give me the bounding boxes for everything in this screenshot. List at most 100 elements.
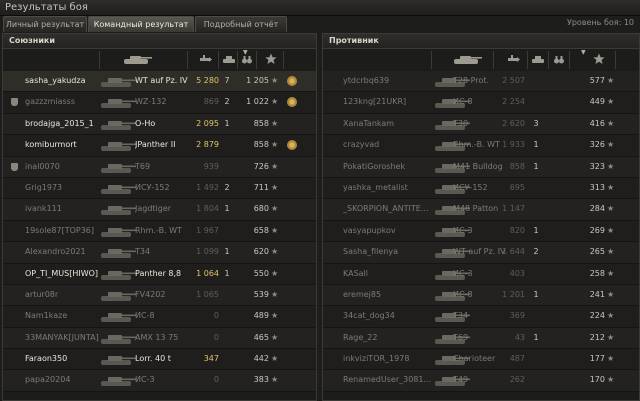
kills-value: 1 <box>533 332 539 342</box>
sort-arrow-icon: ▼ <box>243 49 248 56</box>
table-row[interactable]: OP_TI_MUS[HIWO] Panther 8,8 1 064 1 550 ★ <box>3 263 316 285</box>
tank-icon[interactable] <box>451 53 483 67</box>
xp-value: 1 022 <box>246 97 269 107</box>
kills-value: 1 <box>533 161 539 171</box>
column-separator <box>237 51 238 69</box>
table-row[interactable]: brodajga_2015_1 O-Ho 2 095 1 858 ★ <box>3 113 316 136</box>
tank-icon <box>99 74 137 88</box>
xp-value: 323 <box>589 161 605 171</box>
table-row[interactable]: crazyvad Rhm.-B. WT 1 933 1 326 ★ <box>323 135 639 157</box>
tank-icon <box>99 117 137 131</box>
xp-value: 313 <box>589 182 605 192</box>
table-row[interactable]: 123kng[21UKR] ИС-8 2 254 449 ★ <box>323 92 639 114</box>
tab-team-result[interactable]: Командный результат <box>88 16 194 32</box>
table-row[interactable]: artur08r FV4202 1 065 539 ★ <box>3 284 316 307</box>
tab-personal-result[interactable]: Личный результат <box>3 16 87 32</box>
shell-icon[interactable] <box>199 53 213 67</box>
damage-value: 869 <box>203 97 219 107</box>
medal-icon[interactable] <box>286 139 298 151</box>
tank-icon <box>99 331 137 345</box>
table-row[interactable]: Nam1kaze ИС-8 0 489 ★ <box>3 306 316 328</box>
table-row[interactable]: papa20204 ИС-3 0 383 ★ <box>3 370 316 392</box>
damage-value: 369 <box>509 311 525 321</box>
table-row[interactable]: Rage_22 T69 43 1 212 ★ <box>323 327 639 350</box>
medal-icon[interactable] <box>286 75 298 87</box>
enemies-panel: Противник ▼ ytdcrbq639 T28 Prot. 2 507 577 ★… <box>322 33 640 401</box>
binoculars-icon[interactable] <box>553 53 565 67</box>
table-row[interactable]: PokatiGoroshek M41 Bulldog 858 1 323 ★ <box>323 156 639 178</box>
star-icon: ★ <box>607 97 615 107</box>
xp-value: 269 <box>589 225 605 235</box>
xp-value: 224 <box>589 311 605 321</box>
damage-value: 1 064 <box>196 268 219 278</box>
table-row[interactable]: vasyapupkov ИС-3 820 1 269 ★ <box>323 220 639 243</box>
table-row[interactable]: ivank111 Jagdtiger 1 804 1 680 ★ <box>3 199 316 221</box>
damage-value: 2 254 <box>502 97 525 107</box>
table-row[interactable]: komiburmort JPanther II 2 879 858 ★ <box>3 135 316 157</box>
tank-name: Lorr. 40 t <box>135 354 171 364</box>
table-row[interactable]: Grig1973 ИСУ-152 1 492 2 711 ★ <box>3 177 316 200</box>
xp-value: 465 <box>253 332 269 342</box>
destroyed-tank-icon[interactable] <box>222 53 236 67</box>
table-row[interactable]: 34cat_dog34 T34 369 224 ★ <box>323 306 639 328</box>
table-row[interactable]: Faraon350 Lorr. 40 t 347 442 ★ <box>3 349 316 371</box>
damage-value: 1 967 <box>196 225 219 235</box>
table-row[interactable]: gazzzmiasss WZ-132 869 2 1 022 ★ <box>3 92 316 114</box>
table-row[interactable]: eremej85 ИС-8 1 201 1 241 ★ <box>323 284 639 307</box>
tank-icon <box>99 95 137 109</box>
table-row[interactable]: inal0070 T69 939 726 ★ <box>3 156 316 178</box>
tank-icon <box>99 224 137 238</box>
kills-value: 1 <box>224 204 230 214</box>
tank-icon <box>99 309 137 323</box>
table-row[interactable]: sasha_yakudza WT auf Pz. IV 5 280 7 1 205 ★ <box>3 71 316 93</box>
allies-column-headers: ▼ <box>3 49 316 71</box>
star-icon: ★ <box>271 247 279 257</box>
damage-value: 5 280 <box>196 76 219 85</box>
damage-value: 1 099 <box>196 247 219 257</box>
star-icon[interactable] <box>265 53 277 67</box>
xp-value: 711 <box>253 182 269 192</box>
table-row[interactable]: yashka_metalist ИСУ-152 695 313 ★ <box>323 177 639 200</box>
table-row[interactable]: _SKORPION_ANTITE... M48 Patton 1 147 284 ★ <box>323 199 639 221</box>
star-icon[interactable] <box>593 53 605 67</box>
tank-icon[interactable] <box>121 53 153 67</box>
destroyed-tank-icon[interactable] <box>531 53 545 67</box>
table-row[interactable]: XanaTankam T30 2 620 3 416 ★ <box>323 113 639 136</box>
table-row[interactable]: RenamedUser_3081... T49 262 170 ★ <box>323 370 639 392</box>
column-separator <box>615 51 616 69</box>
tank-icon <box>99 181 137 195</box>
tank-icon <box>99 267 137 281</box>
tank-name: T69 <box>135 161 151 171</box>
damage-value: 347 <box>203 354 219 364</box>
table-row[interactable]: 33MANYAK[JUNTA] AMX 13 75 0 465 ★ <box>3 327 316 350</box>
table-row[interactable]: inkviziTOR_1978 Charioteer 487 177 ★ <box>323 349 639 371</box>
tab-detailed-report[interactable]: Подробный отчёт <box>195 16 287 32</box>
allies-title: Союзники <box>9 36 55 45</box>
xp-value: 241 <box>589 289 605 299</box>
xp-value: 620 <box>253 247 269 257</box>
star-icon: ★ <box>607 182 615 192</box>
shell-icon[interactable] <box>507 53 521 67</box>
kills-value: 1 <box>224 118 230 128</box>
kills-value: 2 <box>224 97 230 107</box>
enemies-column-headers: ▼ <box>323 49 639 71</box>
tank-icon <box>99 202 137 216</box>
damage-value: 1 201 <box>502 289 525 299</box>
medal-icon[interactable] <box>286 96 298 108</box>
kills-value: 2 <box>224 182 230 192</box>
table-row[interactable]: ytdcrbq639 T28 Prot. 2 507 577 ★ <box>323 71 639 93</box>
xp-value: 212 <box>589 332 605 342</box>
title-bar: Результаты боя <box>0 0 640 16</box>
damage-value: 0 <box>213 332 219 342</box>
damage-value: 1 804 <box>196 204 219 214</box>
damage-value: 0 <box>213 375 219 385</box>
xp-value: 680 <box>253 204 269 214</box>
table-row[interactable]: KASall ИС-3 403 258 ★ <box>323 263 639 285</box>
table-row[interactable]: Sasha_filenya WT auf Pz. IV 1 644 2 265 ★ <box>323 242 639 264</box>
xp-value: 326 <box>589 140 605 150</box>
table-row[interactable]: Alexandro2021 T34 1 099 1 620 ★ <box>3 242 316 264</box>
damage-value: 939 <box>203 161 219 171</box>
table-row[interactable]: 19sole87[TOP36] Rhm.-B. WT 1 967 658 ★ <box>3 220 316 243</box>
star-icon: ★ <box>607 375 615 385</box>
column-separator <box>527 51 528 69</box>
